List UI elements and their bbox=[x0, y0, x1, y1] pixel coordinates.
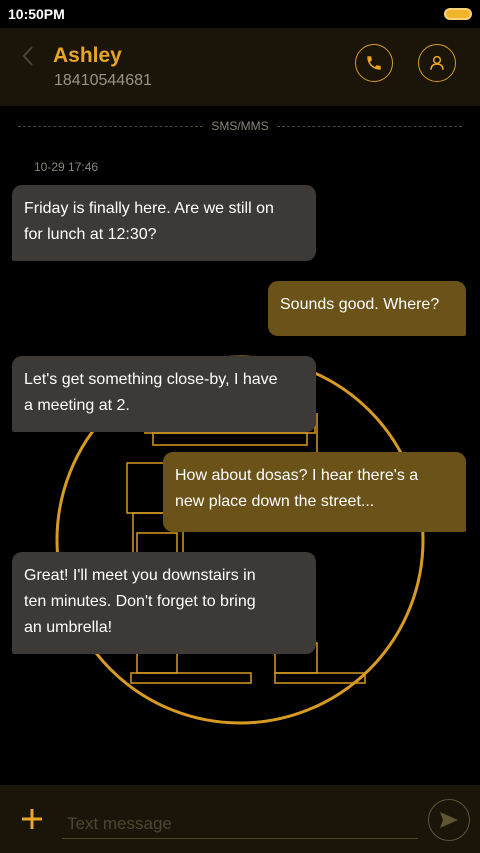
divider-line-left bbox=[18, 125, 204, 127]
message-timestamp: 10-29 17:46 bbox=[34, 160, 99, 174]
message-line: Sounds good. Where? bbox=[280, 296, 440, 313]
divider-line-right bbox=[276, 125, 462, 127]
send-button[interactable] bbox=[428, 799, 470, 841]
contact-number: 18410544681 bbox=[54, 72, 152, 89]
status-time: 10:50PM bbox=[8, 6, 65, 22]
send-icon bbox=[440, 812, 458, 828]
message-line: a meeting at 2. bbox=[24, 397, 130, 414]
message-bubble-outgoing[interactable]: Sounds good. Where? bbox=[268, 281, 466, 336]
battery-icon bbox=[444, 8, 472, 20]
channel-divider: SMS/MMS bbox=[18, 118, 462, 134]
message-input[interactable] bbox=[62, 809, 418, 839]
message-line: for lunch at 12:30? bbox=[24, 226, 157, 243]
composer-bar bbox=[0, 785, 480, 853]
contact-name[interactable]: Ashley bbox=[53, 44, 122, 68]
message-bubble-incoming[interactable]: Friday is finally here. Are we still on … bbox=[12, 185, 316, 261]
message-thread[interactable]: SMS/MMS 10-29 17:46 Friday is finally he… bbox=[0, 106, 480, 785]
message-line: Let's get something close-by, I have bbox=[24, 371, 278, 388]
message-line: ten minutes. Don't forget to bring bbox=[24, 593, 256, 610]
status-bar: 10:50PM bbox=[0, 0, 480, 28]
back-button[interactable] bbox=[14, 42, 42, 70]
message-line: new place down the street... bbox=[175, 493, 375, 510]
message-line: How about dosas? I hear there's a bbox=[175, 467, 419, 484]
message-line: an umbrella! bbox=[24, 619, 113, 636]
contact-profile-button[interactable] bbox=[418, 44, 456, 82]
channel-label: SMS/MMS bbox=[211, 119, 269, 133]
person-icon bbox=[430, 55, 444, 70]
message-bubble-incoming[interactable]: Great! I'll meet you downstairs in ten m… bbox=[12, 552, 316, 654]
message-bubble-incoming[interactable]: Let's get something close-by, I have a m… bbox=[12, 356, 316, 432]
plus-icon bbox=[22, 809, 42, 829]
call-button[interactable] bbox=[355, 44, 393, 82]
phone-icon bbox=[367, 56, 381, 70]
message-bubble-outgoing[interactable]: How about dosas? I hear there's a new pl… bbox=[163, 452, 466, 532]
message-line: Great! I'll meet you downstairs in bbox=[24, 567, 256, 584]
back-chevron-icon bbox=[22, 46, 33, 66]
add-attachment-button[interactable] bbox=[18, 805, 46, 833]
conversation-header: Ashley 18410544681 bbox=[0, 28, 480, 106]
message-line: Friday is finally here. Are we still on bbox=[24, 200, 274, 217]
